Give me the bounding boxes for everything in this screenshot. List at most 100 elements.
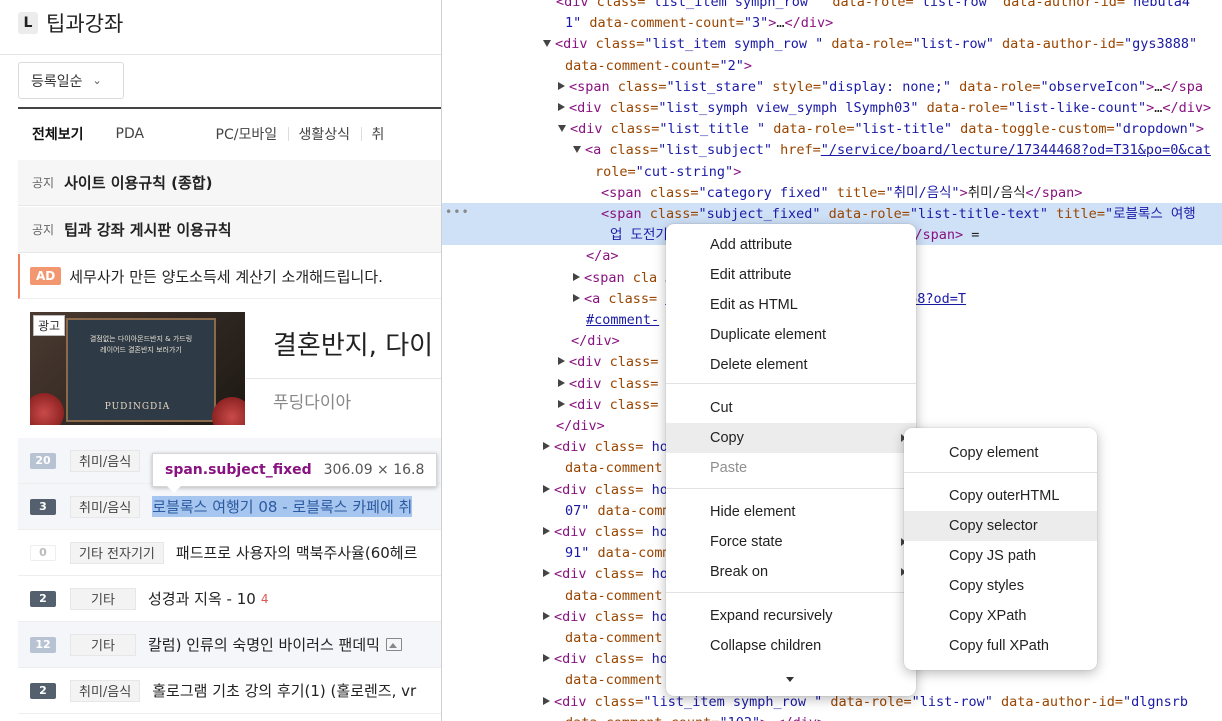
category-chip: 기타 — [70, 633, 136, 656]
node-more-icon[interactable]: ••• — [445, 205, 470, 219]
dom-node-line[interactable]: <span class="category fixed" title="취미/음… — [601, 183, 1082, 204]
list-item[interactable]: 3 취미/음식 로블록스 여행기 08 - 로블록스 카페에 취 — [18, 484, 442, 530]
post-title[interactable]: 성경과 지옥 - 10 — [148, 588, 256, 609]
list-item[interactable]: 12 기타 칼럼) 인류의 숙명인 바이러스 팬데믹 — [18, 622, 442, 668]
dom-node-line[interactable]: <div class="list_item symph_row " data-r… — [556, 0, 1190, 13]
dom-node-line[interactable]: data-comment-count="2"> — [565, 56, 752, 77]
expand-triangle-icon[interactable] — [558, 357, 565, 366]
dom-node-line[interactable]: </a> — [586, 246, 619, 267]
menu-item-label: Copy styles — [949, 578, 1024, 594]
banner-subtitle[interactable]: 푸딩다이아 — [273, 388, 351, 413]
tab-life-tips[interactable]: 생활상식 — [299, 124, 361, 144]
dom-node-line[interactable]: <div class="list_title " data-role="list… — [558, 119, 1204, 140]
scroll-down-arrow-icon[interactable] — [786, 677, 794, 682]
ad-text[interactable]: 세무사가 만든 양도소득세 계산기 소개해드립니다. — [69, 266, 383, 287]
dom-node-line[interactable]: </div> — [556, 416, 605, 437]
expand-triangle-icon[interactable] — [543, 442, 550, 451]
dom-node-line[interactable]: <span class="list_stare" style="display:… — [558, 77, 1203, 98]
list-item[interactable]: 2 기타 성경과 지옥 - 10 4 — [18, 576, 442, 622]
dom-token: </span> — [1025, 184, 1083, 201]
collapse-triangle-icon[interactable] — [543, 39, 551, 47]
dom-node-line[interactable]: 91" data-comm — [565, 543, 671, 564]
menu-item-copy-element[interactable]: Copy element — [904, 438, 1097, 468]
dom-token: title= — [828, 184, 886, 201]
dom-node-line[interactable]: </div> — [571, 331, 620, 352]
banner-title[interactable]: 결혼반지, 다이 — [273, 325, 433, 362]
tab-pda[interactable]: PDA — [116, 126, 216, 142]
collapse-triangle-icon[interactable] — [558, 124, 566, 132]
menu-item-label: Hide element — [710, 504, 796, 520]
tab-all[interactable]: 전체보기 — [32, 124, 84, 144]
menu-item-collapse-children[interactable]: Collapse children — [666, 631, 916, 661]
dom-token: <div — [569, 354, 602, 371]
menu-item-expand-recursively[interactable]: Expand recursively — [666, 601, 916, 631]
expand-triangle-icon[interactable] — [573, 272, 580, 281]
dom-node-line[interactable]: <span class="subject_fixed" data-role="l… — [601, 204, 1196, 225]
expand-triangle-icon[interactable] — [543, 527, 550, 535]
expand-triangle-icon[interactable] — [558, 103, 565, 111]
post-title[interactable]: 홀로그램 기초 강의 후기(1) (홀로렌즈, vr — [152, 680, 416, 701]
dom-node-line[interactable]: data-comment — [565, 458, 663, 479]
notice-row[interactable]: 공지 사이트 이용규칙 (종합) — [18, 160, 442, 206]
ad-row[interactable]: AD 세무사가 만든 양도소득세 계산기 소개해드립니다. — [18, 254, 442, 299]
menu-item-copy-js-path[interactable]: Copy JS path — [904, 541, 1097, 571]
menu-item-add-attribute[interactable]: Add attribute — [666, 230, 916, 260]
tab-pc-mobile[interactable]: PC/모바일 — [216, 124, 288, 144]
dom-token: > — [733, 163, 742, 180]
post-title[interactable]: 칼럼) 인류의 숙명인 바이러스 팬데믹 — [148, 634, 380, 655]
dom-node-line[interactable]: data-comment — [565, 586, 663, 607]
menu-item-copy-xpath[interactable]: Copy XPath — [904, 601, 1097, 631]
menu-item-cut[interactable]: Cut — [666, 393, 916, 423]
notice-title[interactable]: 팁과 강좌 게시판 이용규칙 — [64, 219, 231, 240]
dom-token: <div — [554, 439, 587, 456]
expand-triangle-icon[interactable] — [543, 611, 550, 620]
expand-triangle-icon[interactable] — [543, 484, 550, 493]
post-title[interactable]: 로블록스 여행기 08 - 로블록스 카페에 취 — [152, 496, 413, 517]
dom-node-line[interactable]: data-comment — [565, 670, 663, 691]
collapse-triangle-icon[interactable] — [573, 145, 581, 153]
menu-item-copy-styles[interactable]: Copy styles — [904, 571, 1097, 601]
menu-item-edit-as-html[interactable]: Edit as HTML — [666, 290, 916, 320]
post-title[interactable]: 패드프로 사용자의 맥북주사율(60헤르 — [176, 542, 417, 563]
dom-node-line[interactable]: 07" data-comm — [565, 501, 671, 522]
menu-item-copy[interactable]: Copy — [666, 423, 916, 453]
sort-select[interactable]: 등록일순 ⌄ — [18, 62, 124, 99]
menu-item-break-on[interactable]: Break on — [666, 557, 916, 587]
dom-node-line[interactable]: <div class="list_item symph_row " data-r… — [543, 34, 1197, 55]
notice-title[interactable]: 사이트 이용규칙 (종합) — [64, 172, 212, 193]
list-item[interactable]: 2 취미/음식 홀로그램 기초 강의 후기(1) (홀로렌즈, vr — [18, 668, 442, 714]
menu-item-copy-full-xpath[interactable]: Copy full XPath — [904, 631, 1097, 661]
list-item[interactable]: 0 기타 전자기기 패드프로 사용자의 맥북주사율(60헤르 — [18, 530, 442, 576]
dom-token: <span — [601, 184, 642, 201]
expand-triangle-icon[interactable] — [543, 569, 550, 578]
dom-node-line[interactable]: <div class="list_symph view_symph lSymph… — [558, 98, 1211, 119]
menu-item-copy-selector[interactable]: Copy selector — [904, 511, 1097, 541]
dom-token: class= — [601, 354, 659, 371]
menu-item-hide-element[interactable]: Hide element — [666, 497, 916, 527]
dom-token: "list_stare" — [666, 78, 765, 95]
menu-item-edit-attribute[interactable]: Edit attribute — [666, 260, 916, 290]
expand-triangle-icon[interactable] — [558, 81, 565, 90]
expand-triangle-icon[interactable] — [558, 399, 565, 408]
dom-node-line[interactable]: <div class= — [558, 395, 658, 416]
menu-separator — [666, 383, 916, 384]
expand-triangle-icon[interactable] — [543, 696, 550, 705]
dom-node-line[interactable]: <a class="list_subject" href="/service/b… — [573, 140, 1211, 161]
menu-item-label: Copy — [710, 430, 744, 446]
dom-token: 1" — [565, 15, 582, 32]
menu-item-copy-outerhtml[interactable]: Copy outerHTML — [904, 481, 1097, 511]
dom-node-line[interactable]: data-comment — [565, 628, 663, 649]
tab-hobby[interactable]: 취 — [372, 124, 385, 144]
dom-node-line[interactable]: data-comment-count="102">…</div> — [565, 713, 825, 721]
menu-item-duplicate-element[interactable]: Duplicate element — [666, 320, 916, 350]
dom-node-line[interactable]: 1" data-comment-count="3">…</div> — [565, 13, 833, 34]
expand-triangle-icon[interactable] — [543, 654, 550, 663]
dom-node-line[interactable]: <div class= — [558, 374, 658, 395]
menu-item-force-state[interactable]: Force state — [666, 527, 916, 557]
dom-node-line[interactable]: role="cut-string"> — [595, 162, 741, 183]
notice-row[interactable]: 공지 팁과 강좌 게시판 이용규칙 — [18, 207, 442, 253]
dom-token: data-role= — [765, 121, 855, 138]
expand-triangle-icon[interactable] — [573, 293, 580, 302]
menu-item-delete-element[interactable]: Delete element — [666, 350, 916, 380]
expand-triangle-icon[interactable] — [558, 378, 565, 387]
